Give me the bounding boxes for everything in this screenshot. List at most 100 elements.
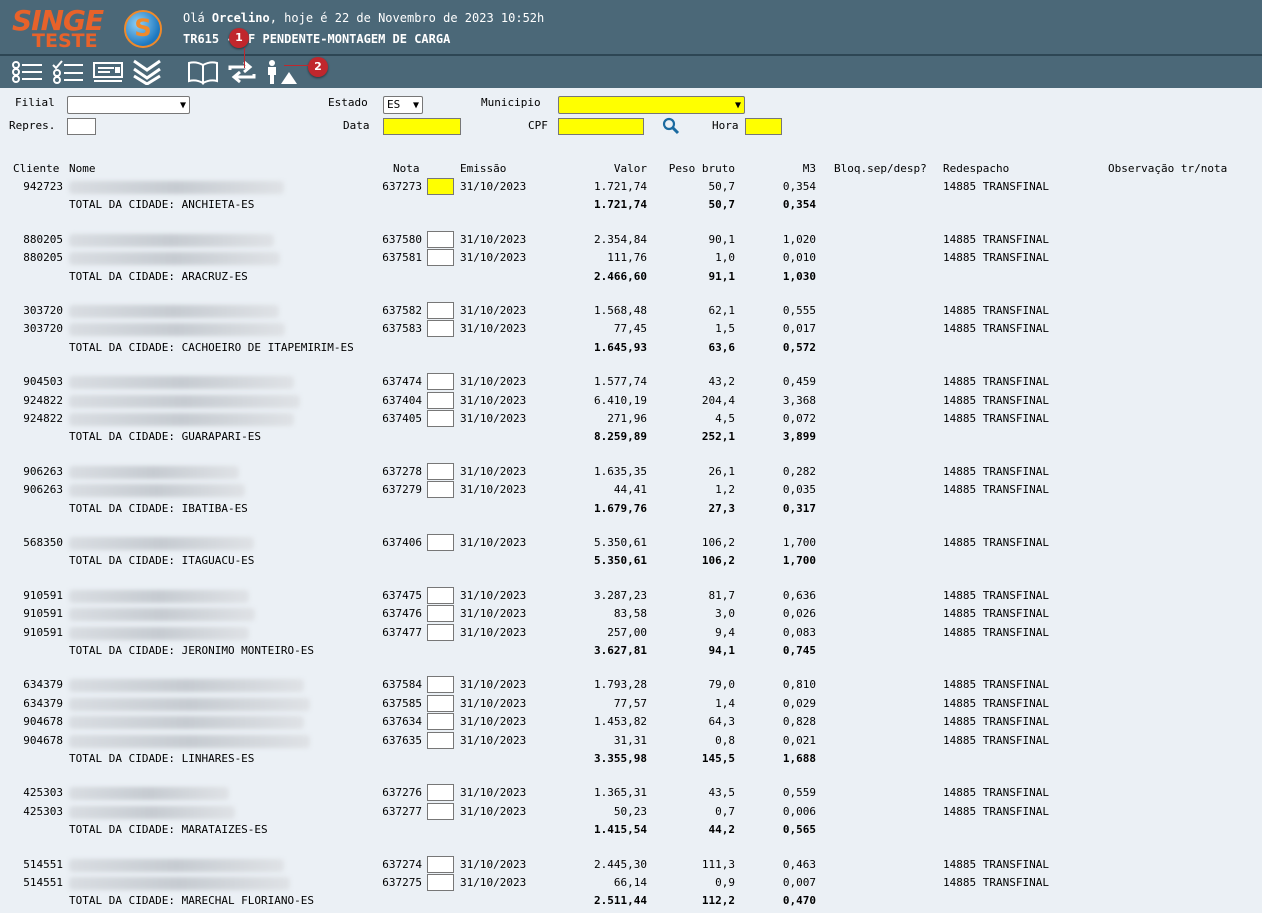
worker-icon[interactable] — [263, 59, 297, 85]
client-name-redacted — [69, 305, 279, 318]
nota-select-box[interactable] — [427, 534, 454, 551]
nota-select-box[interactable] — [427, 874, 454, 891]
list-icon[interactable] — [10, 59, 44, 85]
nota-select-box[interactable] — [427, 178, 454, 195]
nota-select-box[interactable] — [427, 694, 454, 712]
client-name-redacted — [69, 734, 310, 748]
nota-select-box[interactable] — [427, 586, 454, 604]
emissao-date: 31/10/2023 — [460, 625, 527, 639]
data-input[interactable] — [383, 118, 461, 135]
marker-2-pointer — [284, 65, 310, 66]
nota-number: 637635 — [382, 733, 422, 747]
redespacho-value: 14885 TRANSFINAL — [943, 322, 1049, 336]
redespacho-value: 14885 TRANSFINAL — [943, 375, 1049, 389]
repres-input[interactable] — [67, 118, 96, 135]
cliente-code: 910591 — [23, 607, 63, 621]
col-nome: Nome — [69, 162, 96, 175]
nota-select-box[interactable] — [427, 731, 454, 749]
filial-label: Filial — [15, 96, 55, 109]
nota-select-box[interactable] — [427, 462, 454, 480]
cpf-input[interactable] — [558, 118, 644, 135]
hora-input[interactable] — [745, 118, 782, 135]
hora-label: Hora — [712, 119, 739, 132]
nota-number: 637274 — [382, 857, 422, 871]
m3-value: 0,017 — [782, 322, 816, 336]
m3-value: 0,559 — [782, 786, 816, 800]
peso-value: 90,1 — [708, 232, 736, 246]
nota-select-box[interactable] — [427, 713, 454, 731]
cliente-code: 880205 — [23, 251, 63, 265]
nota-select-box[interactable] — [427, 784, 454, 802]
nota-number: 637475 — [382, 588, 422, 602]
filial-select[interactable]: ▼ — [67, 96, 190, 114]
nota-number: 637277 — [382, 804, 422, 818]
nota-select-box[interactable] — [427, 320, 454, 338]
client-name-redacted — [69, 252, 280, 266]
card-icon[interactable] — [92, 59, 126, 85]
emissao-date: 31/10/2023 — [460, 876, 527, 889]
peso-value: 9,4 — [715, 625, 735, 639]
m3-value: 1,020 — [782, 232, 816, 246]
book-icon[interactable] — [186, 59, 220, 85]
nota-select-box[interactable] — [427, 605, 454, 623]
nota-select-box[interactable] — [427, 481, 454, 499]
city-total-valor: 1.721,74 — [594, 198, 647, 212]
nota-select-box[interactable] — [427, 676, 454, 694]
emissao-date: 31/10/2023 — [460, 412, 527, 425]
estado-select[interactable]: ES ▼ — [383, 96, 423, 114]
valor-value: 1.568,48 — [594, 304, 647, 317]
cliente-code: 634379 — [23, 678, 63, 692]
redespacho-value: 14885 TRANSFINAL — [943, 251, 1049, 265]
peso-value: 1,5 — [715, 322, 735, 336]
municipio-select[interactable]: ▼ — [558, 96, 745, 114]
swap-icon[interactable] — [225, 59, 259, 85]
city-total-label: TOTAL DA CIDADE: CACHOEIRO DE ITAPEMIRIM… — [69, 340, 354, 354]
valor-value: 5.350,61 — [594, 536, 647, 549]
municipio-label: Municipio — [481, 96, 541, 109]
city-total-valor: 3.355,98 — [594, 752, 647, 765]
valor-value: 50,23 — [613, 804, 647, 818]
emissao-date: 31/10/2023 — [460, 464, 527, 478]
nota-select-box[interactable] — [427, 230, 454, 248]
redespacho-value: 14885 TRANSFINAL — [943, 804, 1049, 818]
nota-select-box[interactable] — [427, 802, 454, 820]
cliente-code: 303720 — [23, 322, 63, 336]
nota-number: 637404 — [382, 393, 422, 407]
redespacho-value: 14885 TRANSFINAL — [943, 678, 1049, 692]
nota-select-box[interactable] — [427, 302, 454, 319]
city-total-label: TOTAL DA CIDADE: ITAGUACU-ES — [69, 554, 255, 568]
nota-number: 637279 — [382, 483, 422, 497]
m3-value: 0,828 — [782, 715, 816, 729]
nota-number: 637580 — [382, 232, 422, 246]
peso-value: 81,7 — [708, 588, 736, 602]
marker-1-pointer — [244, 48, 245, 68]
emissao-date: 31/10/2023 — [460, 696, 527, 710]
repres-label: Repres. — [9, 119, 56, 132]
checklist-icon[interactable] — [51, 59, 85, 85]
client-name-redacted — [69, 608, 255, 622]
m3-value: 0,021 — [782, 733, 816, 747]
search-icon[interactable] — [662, 117, 680, 135]
globe-logo-icon: S — [124, 10, 162, 48]
client-name-redacted — [69, 484, 245, 498]
redespacho-value: 14885 TRANSFINAL — [943, 464, 1049, 478]
nota-select-box[interactable] — [427, 410, 454, 427]
emissao-date: 31/10/2023 — [460, 715, 527, 729]
nota-select-box[interactable] — [427, 249, 454, 267]
city-total-m3: 0,470 — [782, 894, 816, 908]
nota-number: 637275 — [382, 876, 422, 889]
valor-value: 2.445,30 — [594, 857, 647, 871]
col-observacao: Observação tr/nota — [1108, 162, 1228, 175]
peso-value: 0,7 — [715, 804, 735, 818]
nota-select-box[interactable] — [427, 373, 454, 391]
city-total-valor: 1.645,93 — [594, 340, 647, 354]
client-name-redacted — [69, 465, 239, 479]
valor-value: 1.577,74 — [594, 375, 647, 389]
nota-select-box[interactable] — [427, 855, 454, 873]
redespacho-value: 14885 TRANSFINAL — [943, 304, 1049, 317]
redespacho-value: 14885 TRANSFINAL — [943, 180, 1049, 193]
nota-select-box[interactable] — [427, 391, 454, 409]
double-chevron-icon[interactable] — [131, 59, 165, 86]
cliente-code: 568350 — [23, 536, 63, 549]
nota-select-box[interactable] — [427, 623, 454, 641]
